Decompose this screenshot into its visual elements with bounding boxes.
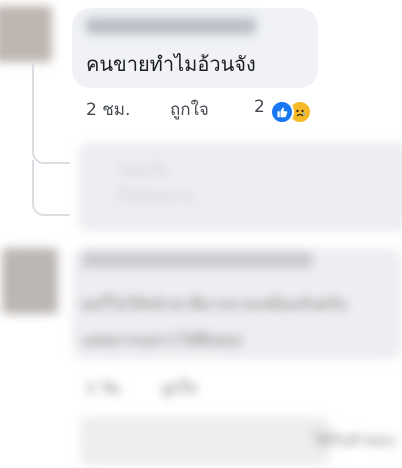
- reply-preview-bubble[interactable]: [80, 416, 330, 466]
- like-thumb-icon[interactable]: [270, 100, 294, 124]
- commenter-name[interactable]: [82, 252, 312, 268]
- thread-line: [32, 160, 70, 216]
- comment-text: คนขายทำไมอ้วนจัง: [86, 52, 256, 76]
- comment-bubble: คนขายทำไมอ้วนจัง: [72, 8, 318, 88]
- reaction-count[interactable]: 2: [254, 97, 265, 117]
- like-link[interactable]: ถูกใจ: [170, 96, 209, 123]
- reply-text: ก็ไม่ต้องอ่าน: [118, 189, 193, 205]
- comment-bubble: ผมก็ไม่ได้หน้าตาดีมากมายเหมือนกันครับ แค…: [72, 248, 402, 360]
- like-link[interactable]: ถูกใจ: [162, 376, 196, 400]
- reply-text: ไม่สนใจ: [118, 163, 168, 179]
- comment-timestamp[interactable]: 1 วัน: [86, 376, 119, 400]
- comment-text: ผมก็ไม่ได้หน้าตาดีมากมายเหมือนกันครับ: [82, 295, 347, 313]
- comment-timestamp[interactable]: 2 ชม.: [86, 96, 130, 123]
- thumbs-up-glyph: [277, 107, 288, 118]
- thread-line: [32, 62, 70, 164]
- comment-text: แค่อยากบอกว่าได้ดีเสมอ: [82, 331, 242, 349]
- reply-preview-text[interactable]: ได้รับคำตอบ: [314, 428, 396, 452]
- sad-face-glyph: [296, 109, 306, 117]
- reply-bubble: ไม่สนใจ ก็ไม่ต้องอ่าน: [78, 142, 402, 232]
- avatar[interactable]: [0, 6, 52, 62]
- avatar[interactable]: [2, 248, 58, 314]
- commenter-name[interactable]: [86, 18, 256, 34]
